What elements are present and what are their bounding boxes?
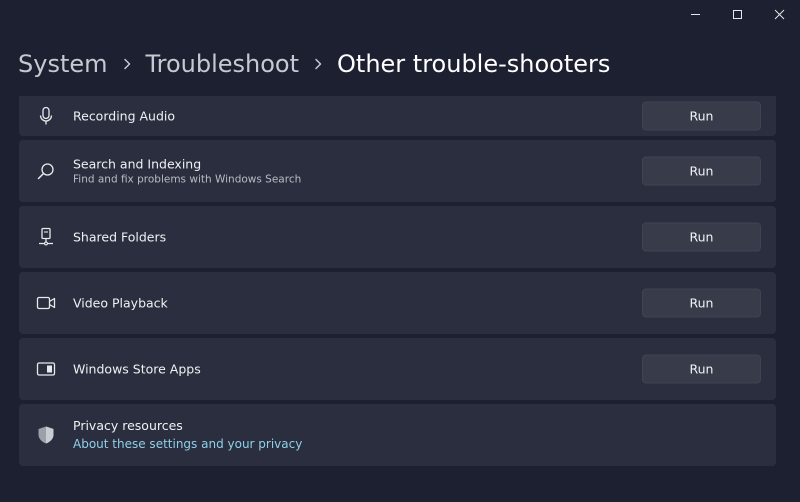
chevron-right-icon	[123, 58, 131, 70]
row-title: Windows Store Apps	[73, 361, 201, 377]
troubleshooter-video-playback: Video Playback Run	[19, 272, 776, 334]
breadcrumb-troubleshoot[interactable]: Troubleshoot	[146, 50, 300, 78]
maximize-button[interactable]	[716, 0, 758, 28]
run-button-video-playback[interactable]: Run	[642, 288, 761, 318]
maximize-icon	[732, 9, 742, 19]
breadcrumb-system[interactable]: System	[18, 50, 108, 78]
run-button-windows-store-apps[interactable]: Run	[642, 354, 761, 384]
troubleshooter-recording-audio: Recording Audio Run	[19, 96, 776, 136]
troubleshooter-shared-folders: Shared Folders Run	[19, 206, 776, 268]
privacy-resources: Privacy resources About these settings a…	[19, 404, 776, 466]
row-text: Video Playback	[73, 295, 168, 312]
row-title: Recording Audio	[73, 108, 176, 124]
shield-icon	[36, 425, 56, 445]
privacy-link[interactable]: About these settings and your privacy	[73, 435, 302, 453]
row-title: Video Playback	[73, 295, 168, 311]
row-text: Windows Store Apps	[73, 361, 201, 378]
row-subtitle: Find and fix problems with Windows Searc…	[73, 173, 302, 186]
chevron-right-icon	[314, 58, 322, 70]
shared-folder-icon	[36, 227, 56, 247]
video-camera-icon	[36, 293, 56, 313]
troubleshooter-windows-store-apps: Windows Store Apps Run	[19, 338, 776, 400]
run-button-recording-audio[interactable]: Run	[642, 101, 761, 131]
run-button-search-indexing[interactable]: Run	[642, 156, 761, 186]
row-text: Search and Indexing Find and fix problem…	[73, 156, 301, 187]
row-title: Search and Indexing	[73, 156, 202, 172]
row-text: Recording Audio	[73, 108, 175, 125]
minimize-icon	[690, 13, 700, 15]
row-text: Privacy resources About these settings a…	[73, 417, 302, 453]
app-window-icon	[36, 359, 56, 379]
microphone-icon	[36, 106, 56, 126]
row-text: Shared Folders	[73, 229, 166, 246]
troubleshooter-search-indexing: Search and Indexing Find and fix problem…	[19, 140, 776, 202]
close-icon	[774, 9, 784, 19]
window-controls	[674, 0, 800, 28]
close-button[interactable]	[758, 0, 800, 28]
row-title: Privacy resources	[73, 418, 183, 433]
breadcrumb: System Troubleshoot Other trouble-shoote…	[18, 50, 610, 78]
search-icon	[36, 161, 56, 181]
run-button-shared-folders[interactable]: Run	[642, 222, 761, 252]
troubleshooter-list: Recording Audio Run Search and Indexing …	[19, 96, 776, 470]
minimize-button[interactable]	[674, 0, 716, 28]
page-title: Other trouble-shooters	[337, 50, 611, 78]
row-title: Shared Folders	[73, 229, 167, 245]
